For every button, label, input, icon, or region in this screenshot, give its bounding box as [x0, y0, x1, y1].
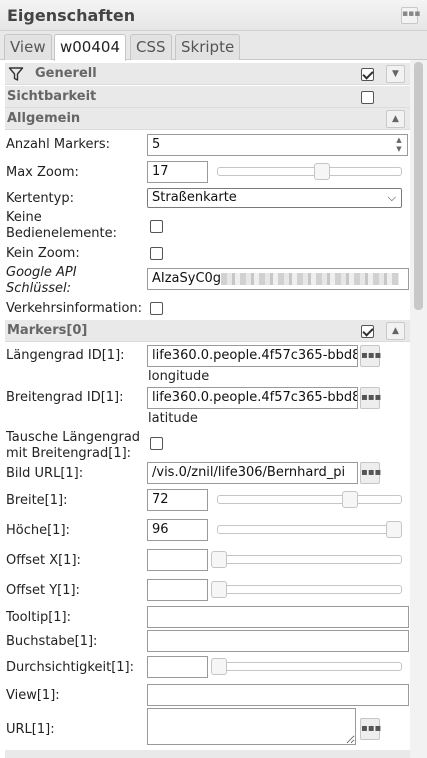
slider-handle[interactable]	[342, 491, 358, 508]
anzahl-markers-value: 5	[152, 137, 161, 152]
ellipsis-icon[interactable]: ▪▪▪	[360, 345, 381, 367]
ellipsis-icon[interactable]: ▪▪▪	[360, 718, 381, 740]
sichtbarkeit-checkbox[interactable]	[361, 91, 374, 104]
tooltip-input[interactable]	[147, 606, 409, 628]
tab-skripte[interactable]: Skripte	[175, 34, 241, 60]
kein-zoom-checkbox[interactable]	[150, 247, 163, 260]
offset-y-input[interactable]	[147, 579, 208, 601]
max-zoom-label: Max Zoom:	[6, 165, 79, 180]
slider-handle[interactable]	[314, 163, 330, 180]
kartentyp-value: Straßenkarte	[152, 190, 237, 205]
offset-y-slider[interactable]	[211, 581, 402, 598]
durchsichtigkeit-slider[interactable]	[211, 658, 402, 675]
verkehrsinformation-label: Verkehrsinformation:	[6, 301, 143, 316]
group-next-partial[interactable]	[5, 750, 410, 758]
group-sichtbarkeit-title: Sichtbarkeit	[7, 89, 97, 104]
offset-y-label: Offset Y[1]:	[6, 583, 80, 598]
url-label: URL[1]:	[6, 722, 55, 737]
hoehe-input[interactable]: 96	[147, 519, 208, 541]
verkehrsinformation-checkbox[interactable]	[150, 302, 163, 315]
offset-x-input[interactable]	[147, 549, 208, 571]
ellipsis-icon[interactable]: ▪▪▪	[360, 462, 381, 484]
slider-handle[interactable]	[386, 521, 402, 538]
scrollbar-thumb[interactable]	[414, 62, 423, 310]
google-api-label: Google API Schlüssel:	[6, 265, 77, 297]
breitengrad-label: Breitengrad ID[1]:	[6, 390, 124, 405]
max-zoom-input[interactable]: 17	[147, 161, 208, 183]
tausche-checkbox[interactable]	[150, 437, 163, 450]
group-markers0-title: Markers[0]	[7, 323, 88, 338]
slider-handle[interactable]	[211, 551, 227, 568]
breitengrad-sub: latitude	[148, 411, 198, 426]
tab-css[interactable]: CSS	[130, 34, 172, 60]
kartentyp-label: Kertentyp:	[6, 191, 74, 206]
tooltip-label: Tooltip[1]:	[6, 610, 72, 625]
panel-header: Eigenschaften ▪▪▪	[0, 0, 427, 31]
scrollbar[interactable]	[410, 60, 427, 758]
group-sichtbarkeit[interactable]: Sichtbarkeit	[5, 86, 410, 108]
breite-input[interactable]: 72	[147, 489, 208, 511]
group-generell[interactable]: Generell ▼	[5, 63, 410, 85]
hoehe-label: Höche[1]:	[6, 523, 70, 538]
anzahl-markers-label: Anzahl Markers:	[6, 137, 110, 152]
laengengrad-input[interactable]: life360.0.people.4f57c365-bbd8	[147, 345, 358, 367]
properties-content: Generell ▼ Sichtbarkeit Allgemein ▲ Anza…	[0, 60, 427, 758]
redacted-blur	[221, 272, 400, 285]
label-line-2: Bedienelemente:	[6, 226, 118, 241]
tausche-label: Tausche Längengrad mit Breitengrad[1]:	[6, 430, 140, 462]
kein-zoom-label: Kein Zoom:	[6, 246, 80, 261]
keine-bedienelemente-label: Keine Bedienelemente:	[6, 210, 117, 242]
url-textarea[interactable]	[147, 708, 356, 745]
label-line-2: mit Breitengrad[1]:	[6, 446, 132, 461]
buchstabe-input[interactable]	[147, 630, 409, 652]
filter-icon[interactable]	[8, 66, 24, 82]
slider-handle[interactable]	[211, 581, 227, 598]
label-line-1: Google API	[6, 265, 77, 280]
chevron-up-icon[interactable]: ▲	[386, 110, 405, 128]
label-line-1: Tausche Längengrad	[6, 430, 141, 445]
keine-bedienelemente-checkbox[interactable]	[150, 220, 163, 233]
tab-bar: View w00404 CSS Skripte	[0, 31, 427, 61]
group-markers0[interactable]: Markers[0] ▲	[5, 320, 410, 342]
hoehe-slider[interactable]	[217, 521, 402, 538]
breite-label: Breite[1]:	[6, 493, 68, 508]
panel-menu-icon[interactable]: ▪▪▪	[401, 7, 420, 24]
offset-x-label: Offset X[1]:	[6, 553, 81, 568]
kartentyp-select[interactable]: Straßenkarte ⌵	[147, 188, 402, 208]
breitengrad-input[interactable]: life360.0.people.4f57c365-bbd8	[147, 387, 358, 409]
ellipsis-icon[interactable]: ▪▪▪	[360, 387, 381, 409]
view-label: View[1]:	[6, 688, 60, 703]
chevron-down-icon[interactable]: ▼	[386, 65, 405, 83]
chevron-up-icon[interactable]: ▲	[386, 322, 405, 340]
label-line-2: Schlüssel:	[6, 281, 72, 296]
generell-checkbox[interactable]	[361, 68, 374, 81]
group-generell-title: Generell	[35, 66, 97, 81]
chevron-down-icon: ⌵	[387, 191, 396, 204]
group-allgemein-title: Allgemein	[7, 111, 81, 126]
laengengrad-label: Längengrad ID[1]:	[6, 348, 125, 363]
slider-handle[interactable]	[211, 658, 227, 675]
label-line-1: Keine	[6, 210, 42, 225]
offset-x-slider[interactable]	[211, 551, 402, 568]
markers0-checkbox[interactable]	[361, 325, 374, 338]
stepper-icon[interactable]: ▲ ▼	[393, 136, 405, 154]
google-api-input[interactable]: AIzaSyC0g	[147, 268, 409, 290]
tab-widget[interactable]: w00404	[54, 34, 126, 61]
laengengrad-sub: longitude	[148, 369, 210, 384]
buchstabe-label: Buchstabe[1]:	[6, 634, 98, 649]
google-api-value: AIzaSyC0g	[152, 271, 222, 286]
bild-url-label: Bild URL[1]:	[6, 466, 84, 481]
breite-slider[interactable]	[217, 491, 402, 508]
durchsichtigkeit-input[interactable]	[147, 656, 208, 678]
durchsichtigkeit-label: Durchsichtigkeit[1]:	[6, 660, 134, 675]
anzahl-markers-input[interactable]: 5 ▲ ▼	[147, 134, 408, 156]
bild-url-input[interactable]: /vis.0/znil/life306/Bernhard_pi	[147, 462, 358, 484]
group-allgemein[interactable]: Allgemein ▲	[5, 108, 410, 130]
view-input[interactable]	[147, 684, 409, 706]
panel-title: Eigenschaften	[7, 6, 136, 25]
max-zoom-slider[interactable]	[217, 163, 402, 180]
tab-view[interactable]: View	[4, 34, 52, 60]
